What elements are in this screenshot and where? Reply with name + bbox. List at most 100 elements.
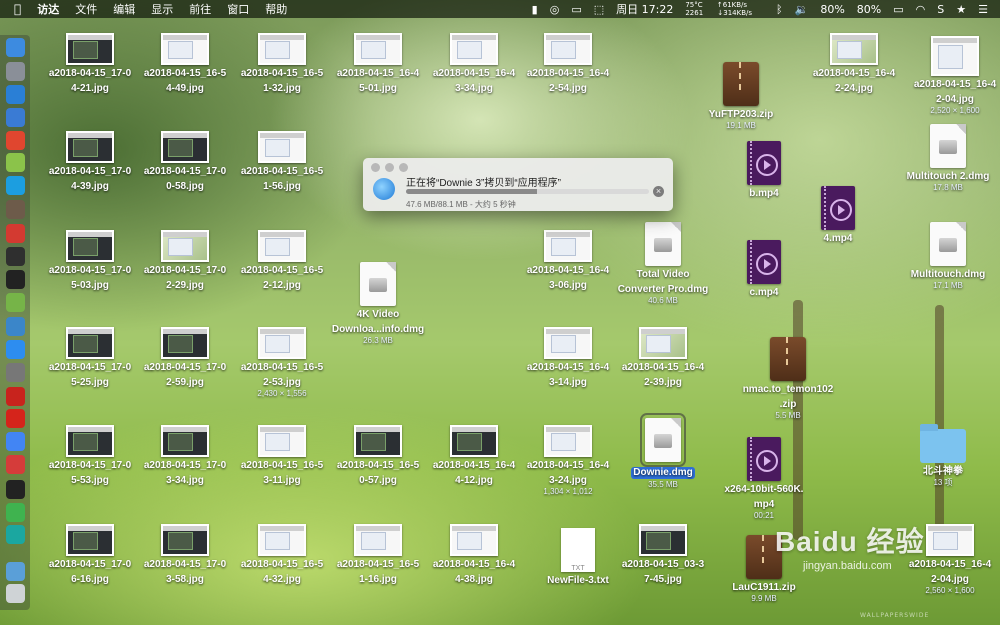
menu-edit[interactable]: 编辑 <box>113 1 135 17</box>
dock-app-icon[interactable] <box>6 293 25 312</box>
dock-app-icon[interactable] <box>6 432 25 451</box>
dock-app-icon[interactable] <box>6 38 25 57</box>
image-file[interactable]: a2018-04-15_16-5 4-32.jpg <box>234 524 330 586</box>
image-file[interactable]: a2018-04-15_16-4 5-01.jpg <box>330 33 426 95</box>
image-file[interactable]: a2018-04-15_16-4 4-12.jpg <box>426 425 522 487</box>
spotlight-star-icon[interactable]: ★ <box>956 3 966 16</box>
image-file[interactable]: a2018-04-15_16-5 1-56.jpg <box>234 131 330 193</box>
volume-icon[interactable]: 🔉 <box>795 3 809 16</box>
image-file[interactable]: a2018-04-15_17-0 3-58.jpg <box>137 524 233 586</box>
image-file[interactable]: a2018-04-15_16-4 3-14.jpg <box>520 327 616 389</box>
image-file[interactable]: a2018-04-15_17-0 3-34.jpg <box>137 425 233 487</box>
wifi-icon[interactable]: ◠ <box>916 3 926 16</box>
image-file[interactable]: a2018-04-15_17-0 5-03.jpg <box>42 230 138 292</box>
dock-app-icon[interactable] <box>6 108 25 127</box>
wechat-icon[interactable]: ◎ <box>550 3 560 16</box>
image-file[interactable]: a2018-04-15_16-5 0-57.jpg <box>330 425 426 487</box>
image-file[interactable]: a2018-04-15_16-5 3-11.jpg <box>234 425 330 487</box>
image-file[interactable]: a2018-04-15_16-4 3-24.jpg 1,304 × 1,012 <box>520 425 616 497</box>
dock-app-icon[interactable] <box>6 409 25 428</box>
cpu-stats[interactable]: 75°C ↑61KB/s 2261 ↓314KB/s <box>685 1 764 17</box>
notification-center-icon[interactable]: ☰ <box>978 3 988 16</box>
dock-app-icon[interactable] <box>6 387 25 406</box>
dock-app-icon[interactable] <box>6 62 25 81</box>
image-file[interactable]: a2018-04-15_16-5 2-12.jpg <box>234 230 330 292</box>
battery-icon[interactable]: ▭ <box>893 3 903 16</box>
folder-item[interactable]: 北斗神拳 13 项 <box>888 423 998 488</box>
dmg-file[interactable]: Multitouch.dmg 17.1 MB <box>893 222 1000 291</box>
image-file[interactable]: a2018-04-15_16-5 1-32.jpg <box>234 33 330 95</box>
display-icon[interactable]: ▭ <box>571 3 581 16</box>
zoom-window-button[interactable] <box>399 163 408 172</box>
dock-app-icon[interactable] <box>6 270 25 289</box>
dock-app-icon[interactable] <box>6 503 25 522</box>
dock-app-icon[interactable] <box>6 584 25 603</box>
image-file[interactable]: a2018-04-15_17-0 6-16.jpg <box>42 524 138 586</box>
dmg-file[interactable]: Downie.dmg 35.5 MB <box>608 413 718 490</box>
sidebar-app-icon[interactable]: S <box>937 3 944 16</box>
image-file[interactable]: a2018-04-15_17-0 5-25.jpg <box>42 327 138 389</box>
image-file[interactable]: a2018-04-15_16-4 4-38.jpg <box>426 524 522 586</box>
battery-percent[interactable]: 80% <box>857 3 881 16</box>
thumb-titlebar <box>356 35 400 40</box>
dmg-file[interactable]: Total Video Converter Pro.dmg 40.6 MB <box>608 222 718 306</box>
txt-file[interactable]: TXT NewFile-3.txt <box>523 528 633 587</box>
image-dimensions: 1,304 × 1,012 <box>543 487 593 496</box>
thumb-file[interactable]: a2018-04-15_16-4 2-04.jpg 2,520 × 1,600 <box>900 36 1000 116</box>
app-menu[interactable]: 访达 <box>37 1 59 17</box>
image-file[interactable]: a2018-04-15_16-4 3-34.jpg <box>426 33 522 95</box>
dock-app-icon[interactable] <box>6 247 25 266</box>
image-file[interactable]: a2018-04-15_16-4 3-06.jpg <box>520 230 616 292</box>
image-file[interactable]: a2018-04-15_16-5 1-16.jpg <box>330 524 426 586</box>
dock-app-icon[interactable] <box>6 525 25 544</box>
menu-file[interactable]: 文件 <box>75 1 97 17</box>
image-file[interactable]: a2018-04-15_17-0 5-53.jpg <box>42 425 138 487</box>
image-file[interactable]: a2018-04-15_16-4 2-54.jpg <box>520 33 616 95</box>
dock-app-icon[interactable] <box>6 562 25 581</box>
dock-app-icon[interactable] <box>6 131 25 150</box>
bluetooth-icon[interactable]: ᛒ <box>776 3 783 16</box>
menu-window[interactable]: 窗口 <box>227 1 249 17</box>
zip-file[interactable]: YuFTP203.zip 19.1 MB <box>686 62 796 131</box>
dock-app-icon[interactable] <box>6 153 25 172</box>
screenshot-icon[interactable]: ⬚ <box>594 3 604 16</box>
dock-app-icon[interactable] <box>6 176 25 195</box>
volume-percent[interactable]: 80% <box>820 3 844 16</box>
image-file[interactable]: a2018-04-15_17-0 4-39.jpg <box>42 131 138 193</box>
zip-file[interactable]: nmac.to_temon102 .zip 5.5 MB <box>733 337 843 421</box>
image-file[interactable]: a2018-04-15_16-4 2-24.jpg <box>806 33 902 95</box>
dock-app-icon[interactable] <box>6 85 25 104</box>
image-file[interactable]: a2018-04-15_17-0 2-59.jpg <box>137 327 233 389</box>
watermark-url: jingyan.baidu.com <box>803 560 892 572</box>
dock-app-icon[interactable] <box>6 317 25 336</box>
close-window-button[interactable] <box>371 163 380 172</box>
image-file[interactable]: a2018-04-15_17-0 0-58.jpg <box>137 131 233 193</box>
pin-icon[interactable]: ▮ <box>532 3 538 16</box>
dmg-file[interactable]: 4K Video Downloa...info.dmg 26.3 MB <box>323 262 433 346</box>
menu-help[interactable]: 帮助 <box>265 1 287 17</box>
copy-progress-dialog[interactable]: 正在将“Downie 3”拷贝到“应用程序” 47.6 MB/88.1 MB -… <box>363 158 673 211</box>
image-file[interactable]: a2018-04-15_16-5 2-53.jpg 2,430 × 1,556 <box>234 327 330 399</box>
image-file[interactable]: a2018-04-15_17-0 4-21.jpg <box>42 33 138 95</box>
dmg-file[interactable]: Multitouch 2.dmg 17.8 MB <box>893 124 1000 193</box>
image-file[interactable]: a2018-04-15_16-4 2-39.jpg <box>615 327 711 389</box>
menu-view[interactable]: 显示 <box>151 1 173 17</box>
dock-app-icon[interactable] <box>6 480 25 499</box>
image-thumbnail <box>354 524 402 556</box>
menu-go[interactable]: 前往 <box>189 1 211 17</box>
dock-app-icon[interactable] <box>6 200 25 219</box>
cancel-copy-button[interactable]: × <box>653 186 664 197</box>
dock-app-icon[interactable] <box>6 340 25 359</box>
thumb-content <box>265 40 291 60</box>
dock-app-icon[interactable] <box>6 363 25 382</box>
minimize-window-button[interactable] <box>385 163 394 172</box>
mp4-file[interactable]: 4.mp4 <box>783 186 893 245</box>
mp4-file[interactable]: x264-10bit-560K. mp4 00:21 <box>709 437 819 521</box>
dock-app-icon[interactable] <box>6 455 25 474</box>
apple-menu-icon[interactable]:  <box>14 2 21 16</box>
image-file[interactable]: a2018-04-15_16-5 4-49.jpg <box>137 33 233 95</box>
image-file[interactable]: a2018-04-15_17-0 2-29.jpg <box>137 230 233 292</box>
clock-text[interactable]: 周日 17:22 <box>616 1 673 17</box>
mp4-file[interactable]: c.mp4 <box>709 240 819 299</box>
dock-app-icon[interactable] <box>6 224 25 243</box>
